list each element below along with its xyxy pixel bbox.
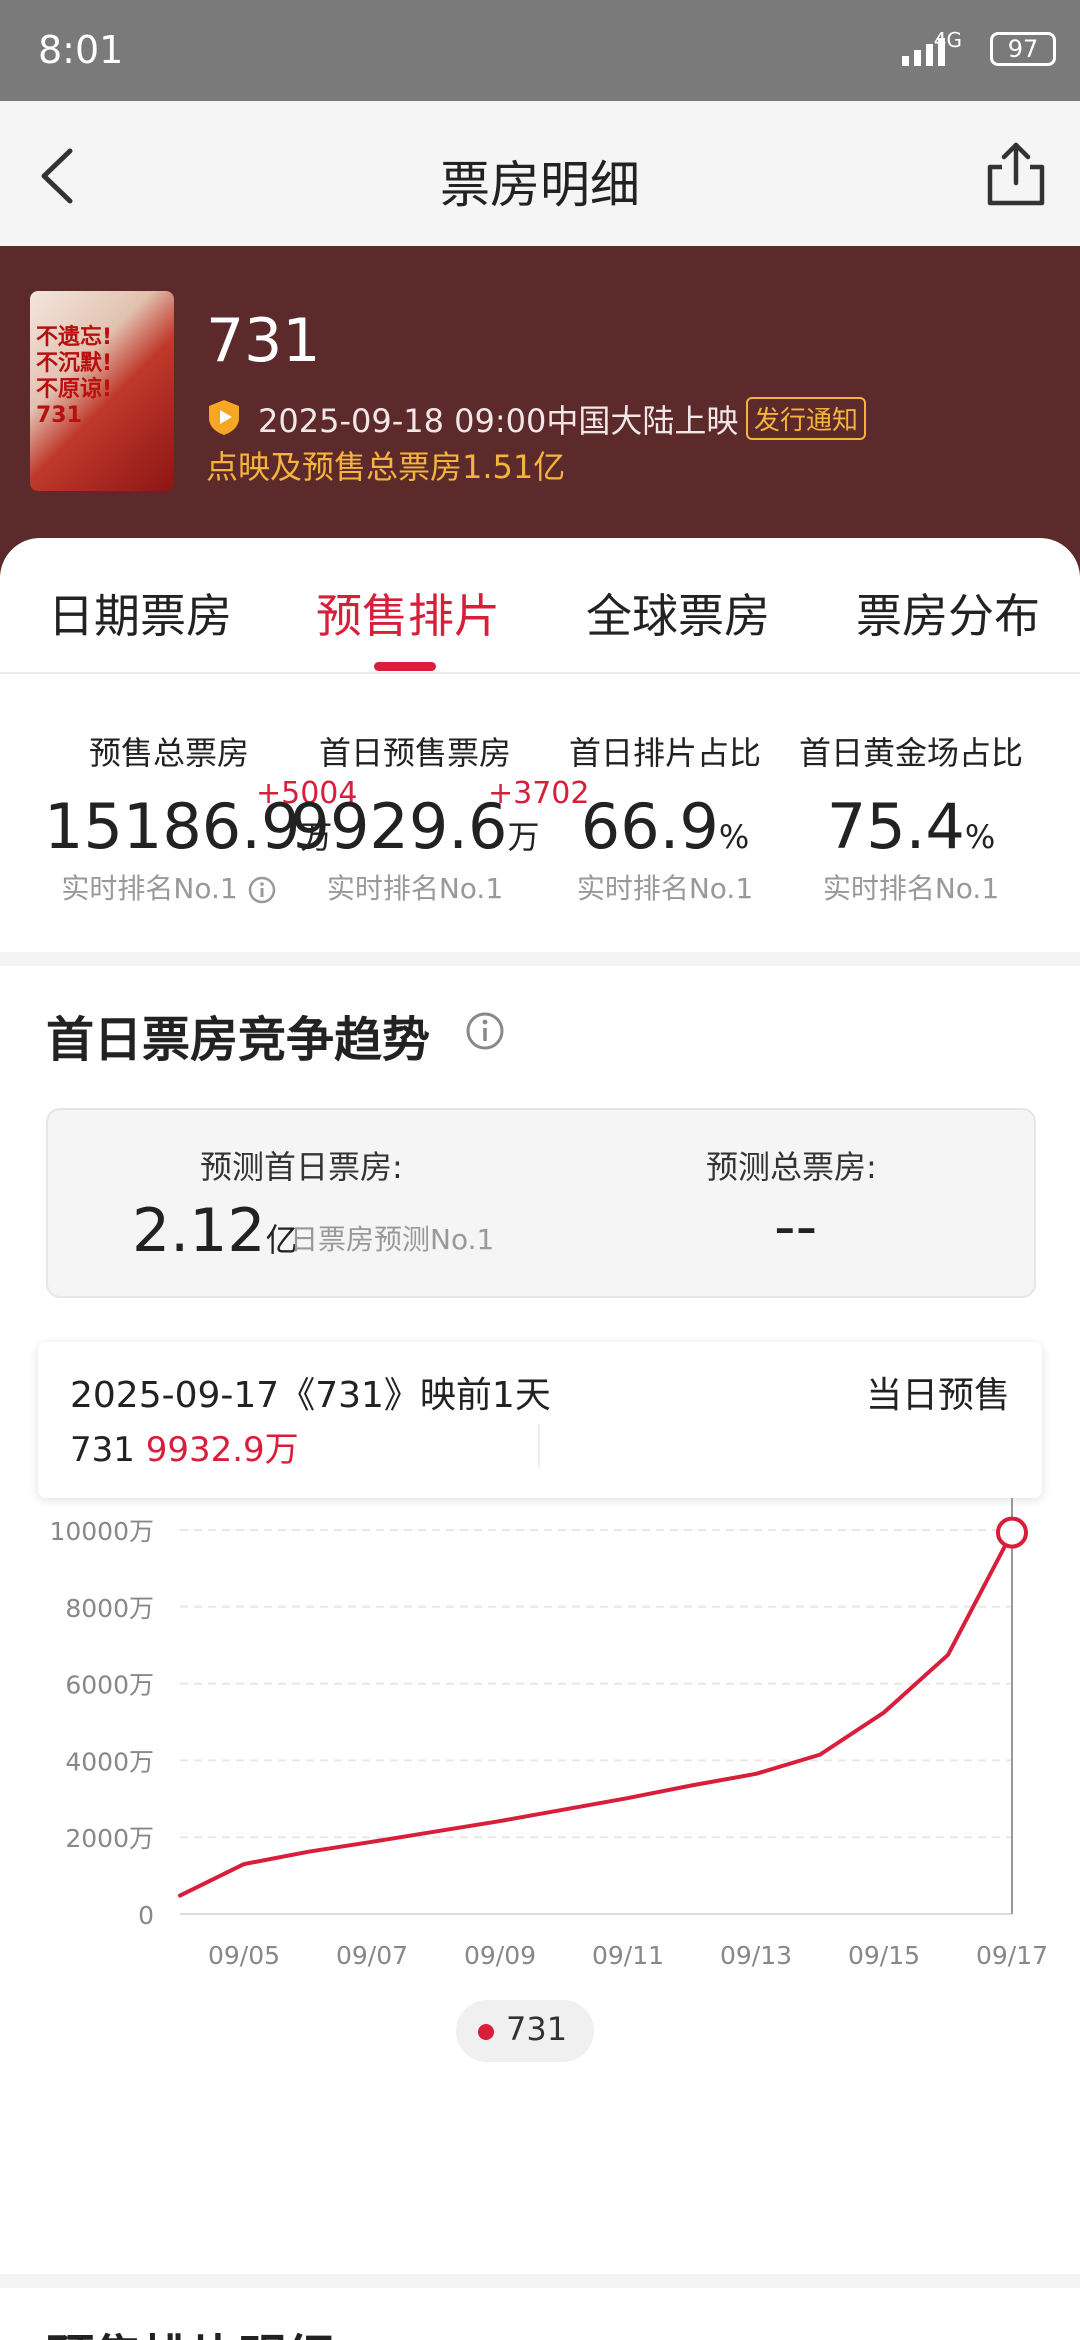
status-time: 8:01 [38,28,124,72]
tooltip-kind: 当日预售 [865,1375,1010,1416]
predict-first-day-label: 预测首日票房: [200,1148,403,1186]
tab-box-office-distribution[interactable]: 票房分布 [856,580,1040,646]
tooltip-amount: 9932.9万 [145,1430,299,1470]
y-tick-label: 6000万 [65,1671,154,1700]
stat-value: 75.4 [826,790,965,863]
predict-total-value: -- [774,1192,818,1262]
y-tick-label: 0 [138,1901,154,1930]
chart-legend[interactable]: 731 [456,2000,594,2062]
movie-header: 不遗忘!不沉默!不原谅! 731 731 2025-09-18 09:00中国大… [0,246,1080,576]
stat-rank: 实时排名No.1 [576,872,754,905]
battery-level: 97 [1007,35,1039,63]
stat-label: 首日预售票房 [318,734,511,772]
x-tick-label: 09/05 [208,1941,280,1970]
stat-rank: 实时排名No.1 [326,872,504,905]
series-line-731 [178,1530,1014,1898]
stat-first-day-share: 首日排片占比 66.9% 实时排名No.1 [540,728,790,907]
movie-poster[interactable]: 不遗忘!不沉默!不原谅! 731 [30,291,174,491]
active-tab-indicator [374,662,436,671]
x-tick-label: 09/13 [720,1941,792,1970]
movie-title: 731 [206,306,321,376]
x-tick-label: 09/17 [976,1941,1048,1970]
release-notice-badge[interactable]: 发行通知 [746,397,867,440]
legend-dot [478,2024,494,2040]
highlight-point [996,1516,1028,1549]
stat-label: 首日排片占比 [568,734,761,772]
predict-first-day-rank: 日票房预测No.1 [290,1223,495,1256]
x-tick-label: 09/07 [336,1941,408,1970]
stat-unit: % [718,818,750,856]
tooltip-separator [538,1424,540,1468]
stat-first-day-presale: 首日预售票房 9929.6万 实时排名No.1 +3702 [290,728,590,907]
trend-chart[interactable]: 0 2000万 4000万 6000万 8000万 10000万 09/05 09/07 09/… [0,1498,1080,1978]
x-tick-label: 09/15 [848,1941,920,1970]
tab-presale-schedule[interactable]: 预售排片 [316,580,500,646]
tab-daily-box-office[interactable]: 日期票房 [48,580,232,646]
y-tick-label: 4000万 [65,1747,154,1776]
stat-label: 首日黄金场占比 [798,734,1023,772]
signal-icon [902,38,945,66]
stat-value: 9929.6 [290,790,508,863]
section-title-next: 预售排片明细 [46,2318,334,2340]
page-title: 票房明细 [440,156,640,214]
stat-unit: 万 [507,818,540,856]
section-divider [0,952,1080,966]
stat-golden-share: 首日黄金场占比 75.4% 实时排名No.1 [786,728,1036,907]
battery-icon: 97 [990,32,1056,66]
x-tick-label: 09/11 [592,1941,664,1970]
legend-label: 731 [506,2010,568,2048]
y-tick-label: 10000万 [49,1517,154,1546]
y-tick-label: 2000万 [65,1824,154,1853]
tooltip-date: 2025-09-17《731》映前1天 [70,1375,551,1416]
x-tick-label: 09/09 [464,1941,536,1970]
poster-number: 731 [36,403,82,428]
poster-slogan: 不遗忘!不沉默!不原谅! [36,325,113,402]
info-icon[interactable] [464,1010,506,1052]
release-info: 2025-09-18 09:00中国大陆上映 [258,402,739,440]
y-tick-label: 8000万 [65,1594,154,1623]
stat-rank: 实时排名No.1 [61,872,238,905]
tab-global-box-office[interactable]: 全球票房 [586,580,770,646]
stat-value: 66.9 [580,790,719,863]
presale-total: 点映及预售总票房1.51亿 [206,448,566,486]
stat-rank: 实时排名No.1 [822,872,1000,905]
nav-bar: 票房明细 [0,101,1080,246]
stat-presale-total: 预售总票房 15186.9万 实时排名No.1 +5004 [44,728,357,907]
shield-icon [209,400,239,435]
chart-tooltip: 2025-09-17《731》映前1天 当日预售 731 9932.9万 [38,1342,1042,1498]
section-divider [0,2274,1080,2288]
stat-unit: % [964,818,996,856]
info-icon[interactable] [247,875,277,905]
tab-bar: 日期票房 预售排片 全球票房 票房分布 [0,538,1080,674]
tooltip-series: 731 [70,1430,135,1470]
stat-label: 预售总票房 [88,734,249,772]
presale-stats: 预售总票房 15186.9万 实时排名No.1 +5004 首日预售票房 992… [0,676,1080,952]
predict-first-day-value: 2.12 [132,1196,266,1266]
share-icon[interactable] [982,139,1050,209]
predict-total-label: 预测总票房: [706,1148,877,1186]
status-bar: 8:01 4G 97 [0,0,1080,101]
prediction-card: 预测首日票房: 2.12亿 日票房预测No.1 预测总票房: -- [46,1108,1036,1298]
section-title: 首日票房竞争趋势 [46,1012,431,1068]
